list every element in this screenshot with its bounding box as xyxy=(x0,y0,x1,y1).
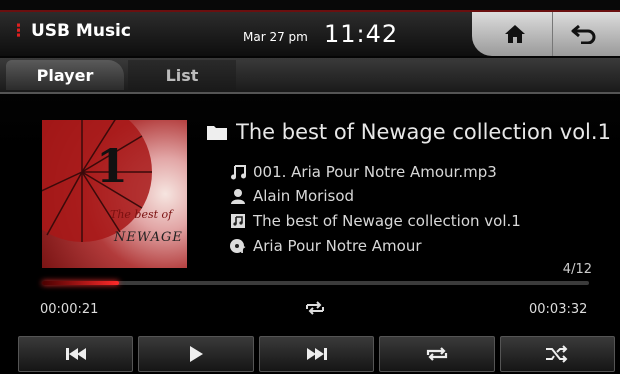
elapsed-time: 00:00:21 xyxy=(40,302,99,317)
folder-title: The best of Newage collection vol.1 xyxy=(236,120,611,144)
repeat-mode-indicator[interactable] xyxy=(303,299,327,321)
album-name: The best of Newage collection vol.1 xyxy=(253,212,521,230)
clock-label: 11:42 xyxy=(324,20,399,48)
back-button[interactable] xyxy=(552,12,615,56)
repeat-icon xyxy=(426,347,448,361)
tab-bar: Player List xyxy=(0,58,620,94)
album-row: The best of Newage collection vol.1 xyxy=(229,212,521,230)
skip-previous-icon xyxy=(65,348,86,360)
album-icon xyxy=(229,213,247,229)
music-player-screen: ⋮USB Music Mar 27 pm 11:42 Player List xyxy=(0,0,620,374)
song-title: Aria Pour Notre Amour xyxy=(253,237,422,255)
artist-row: Alain Morisod xyxy=(229,187,354,205)
status-bar: ⋮ USB Music Mar 27 pm 11:42 xyxy=(0,10,620,56)
title-row: T Aria Pour Notre Amour xyxy=(229,237,422,255)
svg-text:T: T xyxy=(239,246,246,254)
artist-name: Alain Morisod xyxy=(253,187,355,205)
shuffle-icon xyxy=(546,345,568,363)
album-art-subcaption: NEWAGE xyxy=(114,230,183,245)
album-art-caption: The best of xyxy=(110,208,173,221)
play-icon xyxy=(190,346,204,362)
folder-icon xyxy=(207,126,227,140)
date-label: Mar 27 pm xyxy=(243,30,308,44)
play-button[interactable] xyxy=(138,336,254,372)
file-name: 001. Aria Pour Notre Amour.mp3 xyxy=(253,163,497,181)
repeat-single-icon xyxy=(306,301,324,315)
next-button[interactable] xyxy=(258,336,375,372)
album-number-text: 1 xyxy=(96,139,128,193)
umbrella-artwork: 1 xyxy=(42,120,152,242)
skip-next-icon xyxy=(306,348,327,360)
album-art: 1 The best of NEWAGE xyxy=(42,120,187,268)
folder-row: The best of Newage collection vol.1 xyxy=(206,120,618,144)
shuffle-button[interactable] xyxy=(499,336,616,372)
tab-player[interactable]: Player xyxy=(6,60,124,90)
progress-fill xyxy=(42,281,119,285)
menu-dots-icon: ⋮ xyxy=(10,21,27,41)
home-icon xyxy=(505,25,525,43)
back-arrow-icon xyxy=(571,24,596,44)
total-time: 00:03:32 xyxy=(529,302,588,317)
nav-buttons xyxy=(472,12,620,56)
playback-controls xyxy=(18,336,616,372)
previous-button[interactable] xyxy=(18,336,134,372)
tab-list[interactable]: List xyxy=(128,60,236,90)
home-button[interactable] xyxy=(484,12,546,56)
progress-bar[interactable] xyxy=(42,281,589,285)
music-note-icon xyxy=(229,164,247,180)
app-title: ⋮ USB Music xyxy=(10,21,131,41)
track-counter: 4/12 xyxy=(562,262,592,277)
file-name-row: 001. Aria Pour Notre Amour.mp3 xyxy=(229,163,497,181)
song-title-icon: T xyxy=(229,238,247,254)
app-title-text: USB Music xyxy=(31,21,131,41)
repeat-button[interactable] xyxy=(379,336,495,372)
person-icon xyxy=(229,188,247,204)
